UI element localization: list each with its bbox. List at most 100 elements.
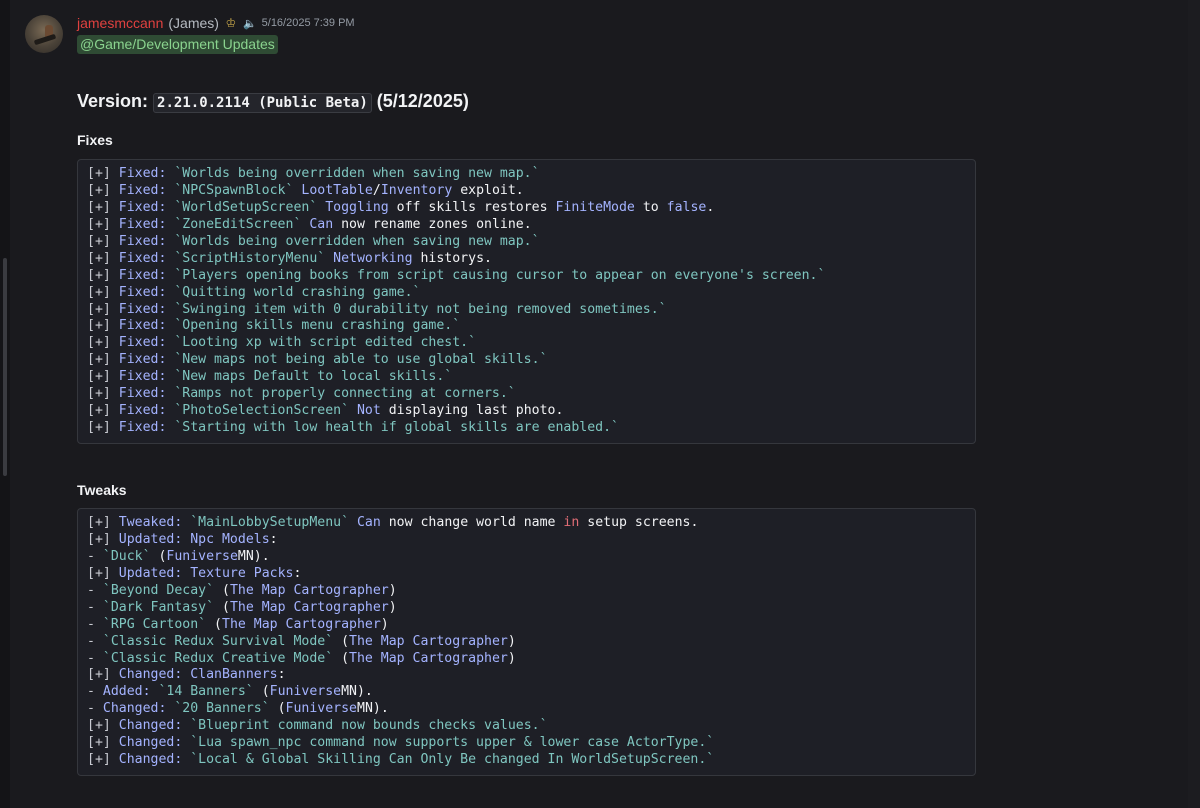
code-token: :: [293, 565, 302, 581]
code-line: [+] Fixed: `ScriptHistoryMenu` Networkin…: [87, 251, 975, 268]
code-token: (: [214, 582, 230, 598]
code-line: [+] Fixed: `Players opening books from s…: [87, 268, 975, 285]
code-token: `MainLobbySetupMenu`: [182, 515, 350, 530]
code-line: [+] Fixed: `Ramps not properly connectin…: [87, 386, 975, 403]
code-token: Fixed:: [118, 233, 167, 249]
code-line: - `Classic Redux Survival Mode` (The Map…: [87, 634, 975, 651]
code-token: to: [634, 199, 667, 215]
code-token: Added:: [102, 684, 151, 700]
code-token: setup screens.: [579, 515, 699, 530]
fixes-title: Fixes: [77, 132, 113, 148]
code-token: -: [87, 650, 103, 666]
code-token: ): [388, 582, 397, 598]
version-code: 2.21.0.2114 (Public Beta): [153, 93, 372, 113]
code-line: - `Beyond Decay` (The Map Cartographer): [87, 583, 975, 600]
code-token: -: [87, 684, 103, 700]
code-token: [+]: [87, 386, 119, 402]
code-token: ): [507, 650, 516, 666]
code-token: Fixed:: [118, 318, 167, 334]
code-token: [+]: [87, 182, 119, 198]
code-token: The Map Cartographer: [349, 633, 508, 649]
code-line: [+] Fixed: `WorldSetupScreen` Toggling o…: [87, 200, 975, 217]
code-token: Funiverse: [166, 548, 238, 564]
role-badge-icon[interactable]: ♔: [224, 15, 238, 31]
fixes-code-block: [+] Fixed: `Worlds being overridden when…: [77, 159, 976, 444]
code-token: (: [269, 701, 286, 717]
code-line: [+] Updated: Texture Packs:: [87, 566, 975, 583]
code-token: [+]: [87, 318, 119, 334]
code-token: displaying last photo.: [380, 403, 564, 419]
code-token: historys.: [412, 250, 492, 266]
code-token: Toggling: [317, 199, 389, 215]
code-token: -: [87, 548, 103, 564]
code-token: [+]: [87, 216, 119, 232]
code-token: now rename zones online.: [333, 216, 532, 232]
code-token: [+]: [87, 369, 119, 385]
code-token: MN).: [341, 684, 373, 700]
code-token: [+]: [87, 667, 119, 683]
timestamp[interactable]: 5/16/2025 7:39 PM: [262, 17, 355, 29]
code-token: Fixed:: [118, 250, 167, 266]
code-token: [+]: [87, 352, 119, 368]
code-token: Fixed:: [118, 335, 167, 351]
code-token: `RPG Cartoon`: [102, 616, 207, 632]
code-token: `Worlds being overridden when saving new…: [166, 233, 540, 249]
code-token: `New maps Default to local skills.`: [166, 369, 453, 385]
code-token: [+]: [87, 166, 119, 181]
code-token: (: [333, 650, 350, 666]
code-token: `Starting with low health if global skil…: [166, 420, 619, 436]
code-token: `Swinging item with 0 durability not bei…: [166, 301, 667, 317]
code-token: Funiverse: [269, 684, 342, 700]
code-token: .: [706, 199, 715, 215]
code-token: Fixed:: [118, 420, 167, 436]
code-token: `Quitting world crashing game.`: [166, 284, 421, 300]
code-line: [+] Fixed: `New maps Default to local sk…: [87, 369, 975, 386]
code-token: Updated:: [118, 531, 183, 547]
code-token: [+]: [87, 718, 119, 734]
code-line: - `RPG Cartoon` (The Map Cartographer): [87, 617, 975, 634]
code-token: `Classic Redux Creative Mode`: [102, 650, 334, 666]
code-token: Inventory: [380, 182, 453, 198]
code-token: `Players opening books from script causi…: [166, 267, 826, 283]
code-token: `PhotoSelectionScreen`: [166, 403, 350, 419]
username[interactable]: jamesmccann: [77, 15, 163, 31]
code-line: [+] Fixed: `Worlds being overridden when…: [87, 166, 975, 183]
code-line: [+] Changed: `Blueprint command now boun…: [87, 718, 975, 735]
code-token: ): [388, 599, 397, 615]
code-token: ): [507, 633, 516, 649]
code-token: /: [372, 182, 381, 198]
code-token: `NPCSpawnBlock`: [166, 182, 294, 198]
code-line: - Changed: `20 Banners` (FuniverseMN).: [87, 701, 975, 718]
code-token: The Map Cartographer: [229, 582, 389, 598]
code-token: `20 Banners`: [166, 701, 270, 717]
code-token: [+]: [87, 267, 119, 283]
avatar[interactable]: [25, 15, 63, 53]
code-token: `Dark Fantasy`: [102, 599, 215, 615]
code-line: [+] Fixed: `Starting with low health if …: [87, 420, 975, 437]
code-line: [+] Changed: `Local & Global Skilling Ca…: [87, 752, 975, 769]
code-token: `ZoneEditScreen`: [166, 216, 302, 232]
code-token: LootTable: [293, 182, 373, 198]
code-token: Can: [301, 216, 334, 232]
tweaks-title: Tweaks: [77, 482, 127, 498]
code-token: [+]: [87, 565, 119, 581]
code-token: off skills restores: [388, 199, 556, 215]
code-token: `Local & Global Skilling Can Only Be cha…: [182, 752, 715, 768]
code-line: [+] Tweaked: `MainLobbySetupMenu` Can no…: [87, 515, 975, 532]
code-token: Fixed:: [118, 352, 167, 368]
code-line: - `Duck` (FuniverseMN).: [87, 549, 975, 566]
code-token: Fixed:: [118, 301, 167, 317]
code-token: ClanBanners: [182, 667, 278, 683]
code-token: The Map Cartographer: [229, 599, 389, 615]
code-token: [+]: [87, 403, 119, 419]
code-token: :: [269, 531, 278, 547]
code-token: [+]: [87, 199, 119, 215]
channel-left-strip: [0, 0, 10, 808]
scrollbar-thumb[interactable]: [3, 258, 7, 476]
code-token: `ScriptHistoryMenu`: [166, 250, 326, 266]
role-mention[interactable]: @Game/Development Updates: [77, 35, 278, 54]
code-token: Texture Packs: [182, 565, 294, 581]
code-token: `Worlds being overridden when saving new…: [166, 166, 540, 181]
code-token: Networking: [325, 250, 413, 266]
code-token: Changed:: [118, 667, 183, 683]
